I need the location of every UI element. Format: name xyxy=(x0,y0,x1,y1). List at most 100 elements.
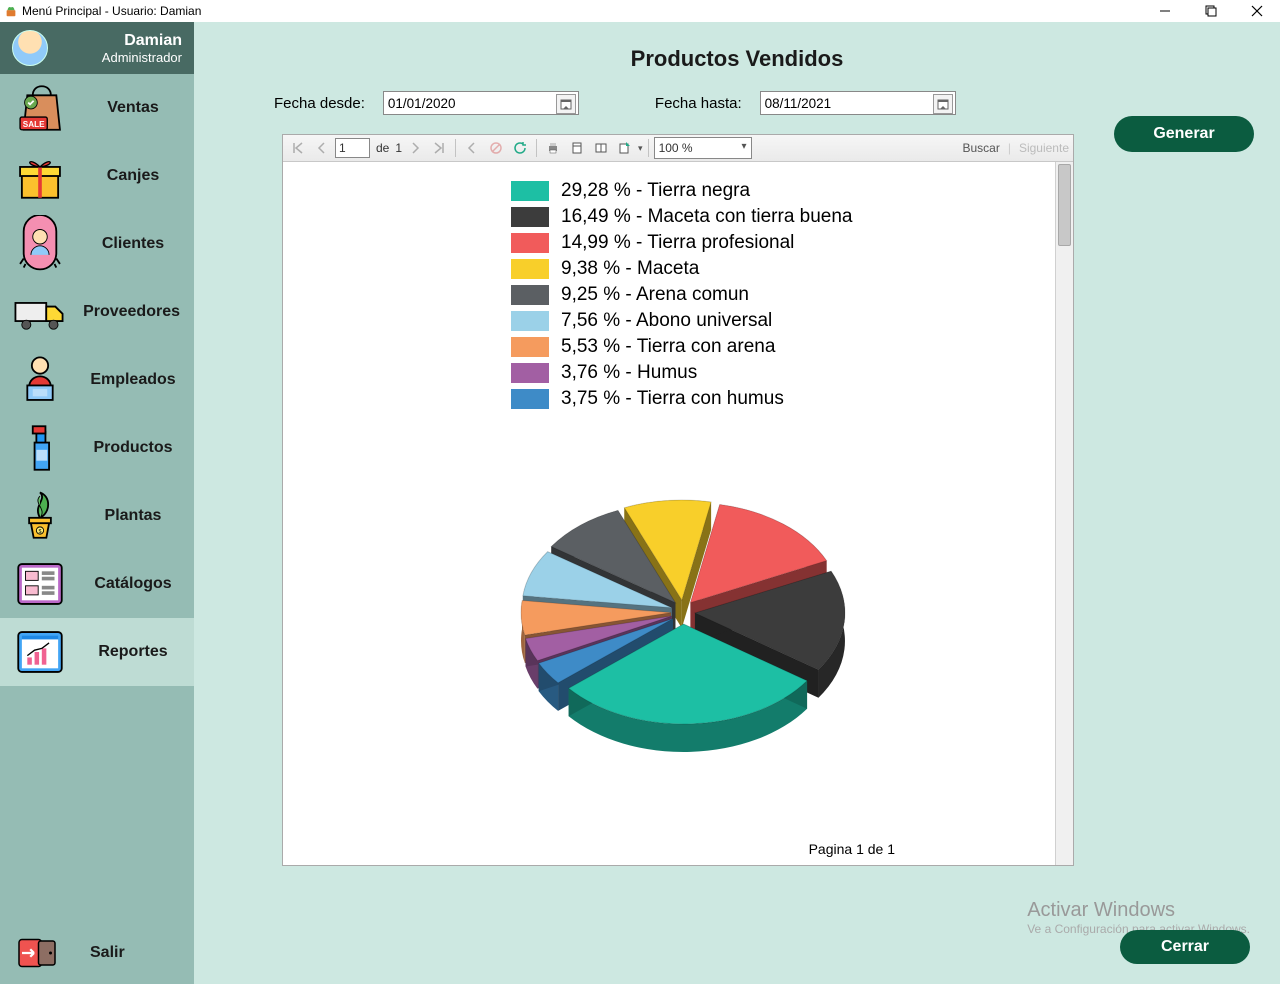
legend-label: 14,99 % - Tierra profesional xyxy=(561,230,794,256)
refresh-icon[interactable] xyxy=(509,137,531,159)
date-from-input[interactable]: 01/01/2020 xyxy=(383,91,579,115)
legend-swatch xyxy=(511,389,549,409)
user-box: Damian Administrador xyxy=(0,22,194,74)
next-page-icon[interactable] xyxy=(404,137,426,159)
sidebar-item-proveedores[interactable]: Proveedores xyxy=(0,278,194,346)
report-page-footer: Pagina 1 de 1 xyxy=(809,841,895,857)
page-setup-icon[interactable] xyxy=(590,137,612,159)
window-close-button[interactable] xyxy=(1234,0,1280,22)
legend-item: 29,28 % - Tierra negra xyxy=(511,178,941,204)
legend-label: 9,25 % - Arena comun xyxy=(561,282,749,308)
gift-icon xyxy=(8,147,72,205)
svg-text:SALE: SALE xyxy=(23,120,45,129)
sidebar: Damian Administrador SALE Ventas Canjes xyxy=(0,22,194,984)
truck-icon xyxy=(8,283,69,341)
vertical-scrollbar[interactable] xyxy=(1055,162,1073,865)
find-next-link[interactable]: Siguiente xyxy=(1019,141,1069,155)
plant-icon: $ xyxy=(8,487,72,545)
spray-bottle-icon xyxy=(8,419,72,477)
chart-legend: 29,28 % - Tierra negra16,49 % - Maceta c… xyxy=(511,178,941,412)
legend-label: 29,28 % - Tierra negra xyxy=(561,178,750,204)
sale-bag-icon: SALE xyxy=(8,79,72,137)
content-area: Productos Vendidos Fecha desde: 01/01/20… xyxy=(194,22,1280,984)
legend-swatch xyxy=(511,337,549,357)
date-from-value: 01/01/2020 xyxy=(388,96,456,111)
sidebar-item-label: Ventas xyxy=(86,99,186,117)
sidebar-item-reportes[interactable]: Reportes xyxy=(0,618,194,686)
legend-swatch xyxy=(511,233,549,253)
page-current-input[interactable]: 1 xyxy=(335,138,370,158)
zoom-select[interactable]: 100 % xyxy=(654,137,752,159)
legend-swatch xyxy=(511,181,549,201)
page-title: Productos Vendidos xyxy=(194,22,1280,82)
export-icon[interactable] xyxy=(614,137,636,159)
datepicker-toggle-icon[interactable] xyxy=(556,94,576,114)
page-total-label: 1 xyxy=(395,141,402,155)
sidebar-item-label: Clientes xyxy=(86,235,186,253)
sidebar-item-label: Reportes xyxy=(86,643,186,661)
sidebar-item-label: Plantas xyxy=(86,507,186,525)
sidebar-item-label: Empleados xyxy=(86,371,186,389)
svg-text:$: $ xyxy=(38,529,41,535)
legend-item: 7,56 % - Abono universal xyxy=(511,308,941,334)
catalog-icon xyxy=(8,555,72,613)
filter-bar: Fecha desde: 01/01/2020 Fecha hasta: 08/… xyxy=(194,82,1280,124)
legend-swatch xyxy=(511,207,549,227)
sidebar-item-label: Canjes xyxy=(86,167,186,185)
legend-swatch xyxy=(511,363,549,383)
legend-label: 5,53 % - Tierra con arena xyxy=(561,334,775,360)
sidebar-item-label: Productos xyxy=(86,439,186,457)
sidebar-item-salir[interactable]: Salir xyxy=(0,922,194,984)
window-titlebar: Menú Principal - Usuario: Damian xyxy=(0,0,1280,22)
close-button[interactable]: Cerrar xyxy=(1120,930,1250,964)
window-maximize-button[interactable] xyxy=(1188,0,1234,22)
window-minimize-button[interactable] xyxy=(1142,0,1188,22)
first-page-icon[interactable] xyxy=(287,137,309,159)
legend-swatch xyxy=(511,285,549,305)
page-of-label: de xyxy=(372,141,393,155)
print-icon[interactable] xyxy=(542,137,564,159)
sidebar-item-label: Proveedores xyxy=(83,303,186,321)
legend-swatch xyxy=(511,259,549,279)
legend-item: 16,49 % - Maceta con tierra buena xyxy=(511,204,941,230)
sidebar-item-ventas[interactable]: SALE Ventas xyxy=(0,74,194,142)
legend-item: 14,99 % - Tierra profesional xyxy=(511,230,941,256)
prev-page-icon[interactable] xyxy=(311,137,333,159)
sidebar-item-label: Salir xyxy=(86,944,186,962)
datepicker-toggle-icon[interactable] xyxy=(933,94,953,114)
report-viewer: 1 de 1 ▾ 100 % Buscar | Sig xyxy=(282,134,1074,866)
pie-chart xyxy=(483,462,883,792)
back-icon[interactable] xyxy=(461,137,483,159)
client-icon xyxy=(8,215,72,273)
legend-label: 7,56 % - Abono universal xyxy=(561,308,772,334)
avatar xyxy=(12,30,48,66)
app-icon xyxy=(4,4,18,18)
report-icon xyxy=(8,623,72,681)
find-link[interactable]: Buscar xyxy=(962,141,999,155)
print-layout-icon[interactable] xyxy=(566,137,588,159)
legend-label: 3,75 % - Tierra con humus xyxy=(561,386,784,412)
legend-item: 9,38 % - Maceta xyxy=(511,256,941,282)
legend-swatch xyxy=(511,311,549,331)
report-page: 29,28 % - Tierra negra16,49 % - Maceta c… xyxy=(283,162,1055,865)
exit-icon xyxy=(8,933,72,973)
sidebar-item-plantas[interactable]: $ Plantas xyxy=(0,482,194,550)
sidebar-item-productos[interactable]: Productos xyxy=(0,414,194,482)
viewer-toolbar: 1 de 1 ▾ 100 % Buscar | Sig xyxy=(283,135,1073,162)
scrollbar-thumb[interactable] xyxy=(1058,164,1071,246)
date-to-value: 08/11/2021 xyxy=(765,96,832,111)
generate-button[interactable]: Generar xyxy=(1114,116,1254,152)
sidebar-item-catalogos[interactable]: Catálogos xyxy=(0,550,194,618)
window-title: Menú Principal - Usuario: Damian xyxy=(22,4,201,18)
legend-item: 3,75 % - Tierra con humus xyxy=(511,386,941,412)
stop-icon[interactable] xyxy=(485,137,507,159)
sidebar-item-canjes[interactable]: Canjes xyxy=(0,142,194,210)
legend-item: 5,53 % - Tierra con arena xyxy=(511,334,941,360)
legend-label: 3,76 % - Humus xyxy=(561,360,697,386)
legend-item: 9,25 % - Arena comun xyxy=(511,282,941,308)
sidebar-item-empleados[interactable]: Empleados xyxy=(0,346,194,414)
username-label: Damian xyxy=(58,32,182,50)
sidebar-item-clientes[interactable]: Clientes xyxy=(0,210,194,278)
date-to-input[interactable]: 08/11/2021 xyxy=(760,91,956,115)
last-page-icon[interactable] xyxy=(428,137,450,159)
